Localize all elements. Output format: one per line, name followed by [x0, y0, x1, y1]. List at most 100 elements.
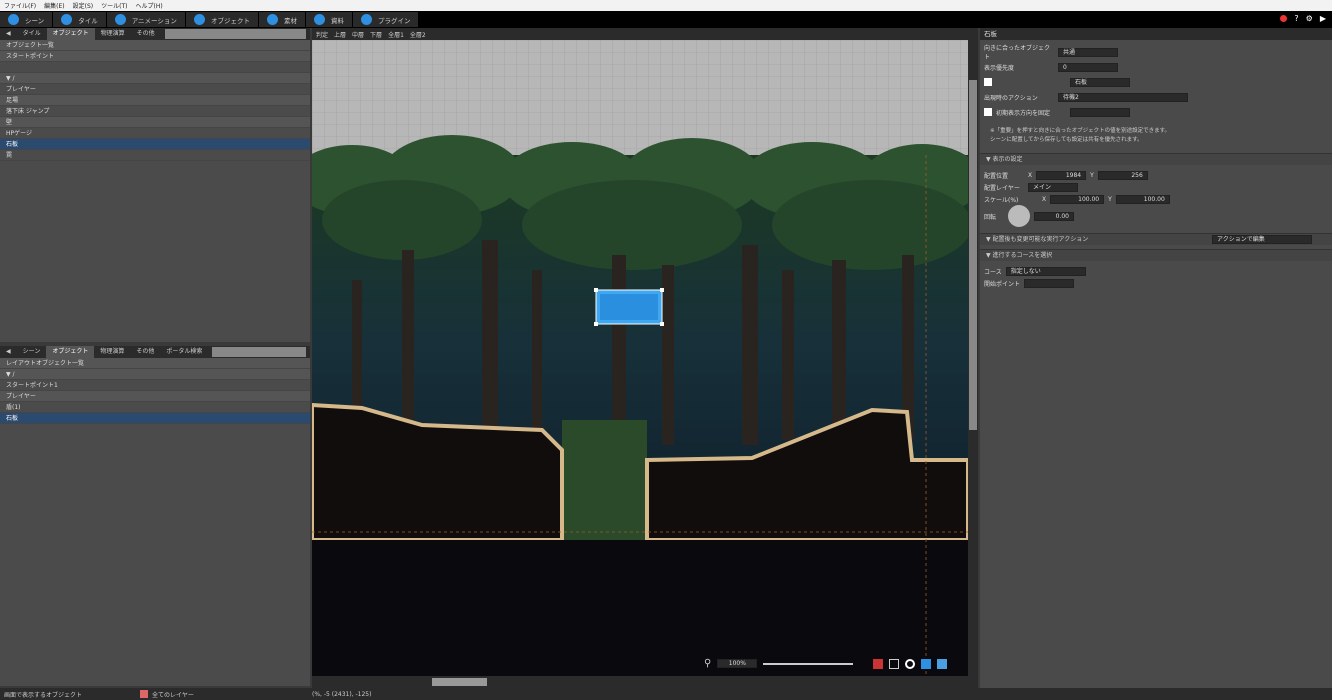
- layer-toggle-icon[interactable]: [921, 658, 932, 669]
- tab-animation[interactable]: アニメーション: [106, 12, 186, 27]
- panel-tab[interactable]: オブジェクト: [46, 28, 95, 40]
- tree-item[interactable]: 壁: [0, 117, 310, 128]
- rotation-field[interactable]: 0.00: [1034, 211, 1074, 221]
- play-icon[interactable]: ▶: [1320, 14, 1326, 23]
- menu-item[interactable]: ツール(T): [101, 1, 127, 10]
- record-icon[interactable]: [1280, 15, 1288, 22]
- tree-item-label: HPゲージ: [6, 130, 33, 137]
- tree-item[interactable]: ▼ /: [0, 73, 310, 84]
- menu-item[interactable]: ヘルプ(H): [135, 1, 162, 10]
- tree-item[interactable]: [0, 62, 310, 73]
- plugin-icon: [360, 14, 372, 25]
- panel-tab[interactable]: その他: [131, 28, 161, 40]
- edit-action-button[interactable]: アクションで編集: [1212, 235, 1312, 244]
- tree-item-label: ▼ /: [6, 75, 15, 82]
- display-settings-header[interactable]: ▼ 表示の設定: [980, 153, 1332, 165]
- tab-resource[interactable]: 資料: [305, 12, 353, 27]
- tab-label: 素材: [283, 16, 297, 25]
- vertical-scroll-thumb[interactable]: [969, 80, 977, 430]
- prop-field[interactable]: [1070, 107, 1130, 117]
- rotation-dial[interactable]: [1008, 205, 1030, 227]
- tab-asset[interactable]: 素材: [258, 12, 306, 27]
- paint-icon[interactable]: [873, 658, 884, 669]
- layer-filter-toggle[interactable]: 全層2: [410, 30, 426, 39]
- camera-icon[interactable]: [905, 658, 916, 669]
- course-section-header[interactable]: ▼ 進行するコースを選択: [980, 249, 1332, 261]
- panel-tab[interactable]: 物理演算: [94, 346, 130, 358]
- prop-field[interactable]: 待機2: [1058, 92, 1188, 102]
- panel-tab[interactable]: ポータル検索: [160, 346, 208, 358]
- tree-item[interactable]: 石板: [0, 139, 310, 150]
- layer-filter-toggle[interactable]: 下層: [370, 30, 382, 39]
- layer-filter-toggle[interactable]: 判定: [316, 30, 328, 39]
- tree-item[interactable]: オブジェクト一覧: [0, 40, 310, 51]
- collapse-icon[interactable]: ◀: [0, 28, 17, 40]
- menu-item[interactable]: ファイル(F): [4, 1, 36, 10]
- prop-field[interactable]: 0: [1058, 62, 1118, 72]
- tree-item-label: プレイヤー: [6, 86, 36, 93]
- tree-item[interactable]: スタートポイント: [0, 51, 310, 62]
- prop-field[interactable]: 石板: [1070, 77, 1130, 87]
- tree-item[interactable]: ▼ /: [0, 369, 310, 380]
- tree-item[interactable]: スタートポイント1: [0, 380, 310, 391]
- tree-item[interactable]: 足場: [0, 95, 310, 106]
- selected-stone-object[interactable]: [594, 288, 664, 326]
- panel-tab[interactable]: オブジェクト: [46, 346, 95, 358]
- menu-item[interactable]: 設定(S): [73, 1, 94, 10]
- tab-label: アニメーション: [131, 16, 177, 25]
- course-section-label: 進行するコースを選択: [992, 252, 1053, 259]
- settings-toggle-icon[interactable]: [937, 658, 948, 669]
- search-input[interactable]: [164, 29, 306, 39]
- prop-field[interactable]: 共通: [1058, 47, 1118, 57]
- horizontal-scroll-thumb[interactable]: [432, 678, 487, 686]
- tree-item[interactable]: 罠: [0, 150, 310, 161]
- menu-item[interactable]: 編集(E): [44, 1, 64, 10]
- menu-bar: ファイル(F) 編集(E) 設定(S) ツール(T) ヘルプ(H): [0, 0, 1332, 11]
- tab-label: タイル: [78, 16, 98, 25]
- checkbox[interactable]: [984, 78, 992, 86]
- scene-canvas[interactable]: 判定 上層 中層 下層 全層1 全層2 ⚲ 100%: [312, 28, 978, 688]
- position-x-field[interactable]: 1984: [1036, 170, 1087, 180]
- tab-plugin[interactable]: プラグイン: [352, 12, 420, 27]
- course-select[interactable]: 指定しない: [1005, 266, 1086, 276]
- search-input[interactable]: [212, 347, 306, 357]
- layer-filter-toggle[interactable]: 中層: [352, 30, 364, 39]
- resource-icon: [313, 14, 325, 25]
- tree-item[interactable]: 盾(1): [0, 402, 310, 413]
- start-point-label: 開始ポイント: [984, 280, 1021, 288]
- start-point-field[interactable]: [1024, 278, 1075, 288]
- object-icon: [193, 14, 205, 25]
- action-section-header[interactable]: ▼ 配置後も変更可能な実行アクション アクションで編集: [980, 233, 1332, 245]
- tree-item[interactable]: HPゲージ: [0, 128, 310, 139]
- tree-item[interactable]: レイアウトオブジェクト一覧: [0, 358, 310, 369]
- tree-item[interactable]: 落下床 ジャンプ: [0, 106, 310, 117]
- scene-view[interactable]: [312, 40, 978, 688]
- collapse-icon[interactable]: ◀: [0, 346, 17, 358]
- scale-y-field[interactable]: 100.00: [1115, 194, 1170, 204]
- horizontal-scrollbar[interactable]: [312, 676, 968, 688]
- layer-select[interactable]: 全てのレイヤー: [152, 690, 312, 699]
- zoom-slider[interactable]: [763, 662, 854, 665]
- layer-filter-toggle[interactable]: 全層1: [388, 30, 404, 39]
- zoom-field[interactable]: 100%: [717, 659, 758, 668]
- panel-tab[interactable]: その他: [130, 346, 160, 358]
- layer-filter-toggle[interactable]: 上層: [334, 30, 346, 39]
- zoom-controls: ⚲ 100%: [704, 658, 948, 669]
- tab-object[interactable]: オブジェクト: [185, 12, 259, 27]
- gear-icon[interactable]: ⚙: [1306, 14, 1313, 23]
- tree-item-label: オブジェクト一覧: [6, 42, 55, 49]
- checkbox[interactable]: [984, 108, 992, 116]
- grid-toggle-icon[interactable]: [889, 658, 900, 669]
- tab-scene[interactable]: シーン: [0, 12, 54, 27]
- tree-item[interactable]: 石板: [0, 413, 310, 424]
- scale-x-field[interactable]: 100.00: [1050, 194, 1105, 204]
- panel-tab[interactable]: 物理演算: [95, 28, 131, 40]
- layer-select[interactable]: メイン: [1028, 182, 1078, 192]
- tab-tile[interactable]: タイル: [53, 12, 107, 27]
- tree-item[interactable]: プレイヤー: [0, 84, 310, 95]
- help-icon[interactable]: ?: [1294, 14, 1298, 23]
- position-y-field[interactable]: 256: [1097, 170, 1148, 180]
- panel-tab[interactable]: タイル: [17, 28, 47, 40]
- panel-tab[interactable]: シーン: [17, 346, 47, 358]
- tree-item[interactable]: プレイヤー: [0, 391, 310, 402]
